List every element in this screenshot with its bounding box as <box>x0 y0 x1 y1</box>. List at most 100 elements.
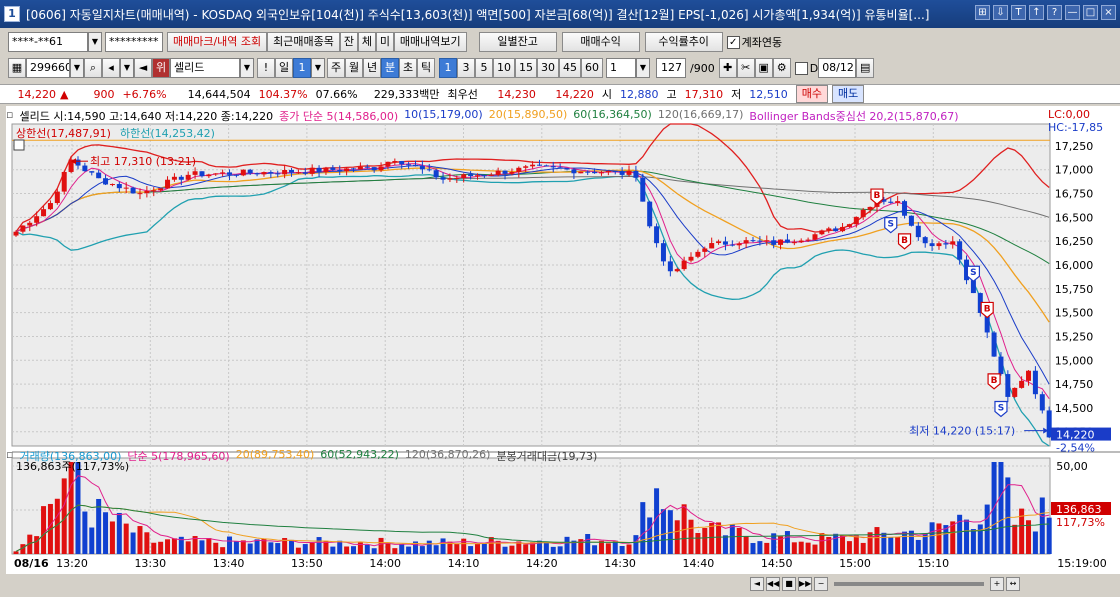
volume-bar[interactable] <box>289 539 295 554</box>
candle-body[interactable] <box>867 206 873 210</box>
trade-history-view-button[interactable]: 매매내역보기 <box>393 32 467 52</box>
volume-bar[interactable] <box>750 543 756 554</box>
candle-body[interactable] <box>798 240 804 243</box>
candle-body[interactable] <box>743 240 749 244</box>
volume-bar[interactable] <box>764 542 770 554</box>
candle-body[interactable] <box>116 184 122 189</box>
close-icon[interactable]: × <box>1101 5 1116 20</box>
candle-body[interactable] <box>412 164 418 167</box>
candle-body[interactable] <box>929 243 935 247</box>
volume-bar[interactable] <box>915 539 921 554</box>
volume-bar[interactable] <box>812 544 818 554</box>
candle-body[interactable] <box>667 261 673 272</box>
minimize-icon[interactable]: — <box>1065 5 1080 20</box>
candle-body[interactable] <box>337 169 343 172</box>
volume-bar[interactable] <box>729 524 735 554</box>
candle-body[interactable] <box>674 269 680 272</box>
volume-bar[interactable] <box>550 546 556 554</box>
candle-body[interactable] <box>716 241 722 244</box>
volume-bar[interactable] <box>165 539 171 554</box>
recent-trades-button[interactable]: 최근매매종목 <box>267 32 340 52</box>
period-tab[interactable]: 틱 <box>417 58 435 78</box>
volume-bar[interactable] <box>474 544 480 554</box>
volume-bar[interactable] <box>103 512 109 554</box>
candle-body[interactable] <box>957 241 963 260</box>
prev-stock-icon[interactable]: ◄ <box>134 58 152 78</box>
range-field[interactable]: 127 <box>656 58 686 78</box>
volume-bar[interactable] <box>543 542 549 554</box>
search-icon[interactable]: ⌕ <box>84 58 102 78</box>
chart-area[interactable]: 17,250 17,000 16,750 16,500 16,250 16,000 15,7… <box>6 106 1120 574</box>
interval-tab[interactable]: 3 <box>457 58 475 78</box>
volume-bar[interactable] <box>798 541 804 554</box>
candle-body[interactable] <box>474 175 480 177</box>
candle-body[interactable] <box>302 172 308 174</box>
candle-body[interactable] <box>1026 370 1032 381</box>
volume-bar[interactable] <box>977 524 983 554</box>
volume-bar[interactable] <box>660 509 666 554</box>
volume-bar[interactable] <box>874 527 880 554</box>
trade-profit-button[interactable]: 매매수익 <box>561 32 640 52</box>
download-icon[interactable]: ⇩ <box>993 5 1008 20</box>
volume-bar[interactable] <box>385 542 391 554</box>
candle-body[interactable] <box>660 243 666 262</box>
volume-bar[interactable] <box>984 504 990 554</box>
zoom-out-icon[interactable]: − <box>814 577 828 591</box>
account-dropdown-icon[interactable]: ▼ <box>88 32 102 52</box>
candle-body[interactable] <box>750 240 756 242</box>
period-day-button[interactable]: 일 <box>275 58 293 78</box>
period-tab[interactable]: 년 <box>363 58 381 78</box>
volume-bar[interactable] <box>233 541 239 554</box>
volume-bar[interactable] <box>454 543 460 554</box>
volume-bar[interactable] <box>295 547 301 554</box>
volume-bar[interactable] <box>633 535 639 554</box>
period-tab[interactable]: 분 <box>381 58 399 78</box>
candle-body[interactable] <box>550 166 556 168</box>
volume-bar[interactable] <box>41 506 47 554</box>
volume-bar[interactable] <box>158 541 164 554</box>
candle-body[interactable] <box>461 174 467 178</box>
volume-bar[interactable] <box>1046 517 1052 554</box>
candle-body[interactable] <box>557 167 563 169</box>
volume-bar[interactable] <box>853 535 859 554</box>
interval-tab[interactable]: 15 <box>515 58 537 78</box>
candle-body[interactable] <box>578 171 584 174</box>
speaker-icon[interactable]: ◂ <box>102 58 120 78</box>
candle-body[interactable] <box>647 201 653 227</box>
volume-bar[interactable] <box>302 544 308 554</box>
candle-body[interactable] <box>137 193 143 195</box>
next-page-icon[interactable]: ▶▶ <box>798 577 812 591</box>
volume-bar[interactable] <box>123 523 129 554</box>
volume-bar[interactable] <box>481 543 487 554</box>
candle-body[interactable] <box>729 244 735 246</box>
candle-body[interactable] <box>536 164 542 166</box>
candle-body[interactable] <box>330 167 336 170</box>
volume-bar[interactable] <box>502 546 508 554</box>
crosshair-icon[interactable]: ✚ <box>718 58 737 78</box>
candle-body[interactable] <box>20 225 26 232</box>
scroll-left-icon[interactable]: ◄ <box>750 577 764 591</box>
candle-body[interactable] <box>61 171 67 192</box>
candle-body[interactable] <box>812 234 818 240</box>
candle-body[interactable] <box>695 251 701 257</box>
volume-bar[interactable] <box>337 540 343 554</box>
candle-body[interactable] <box>516 167 522 172</box>
interval-tab[interactable]: 1 <box>439 58 457 78</box>
candle-body[interactable] <box>41 209 47 217</box>
candle-body[interactable] <box>426 169 432 171</box>
candle-body[interactable] <box>378 166 384 171</box>
candle-body[interactable] <box>612 170 618 172</box>
candle-body[interactable] <box>771 240 777 245</box>
volume-bar[interactable] <box>378 537 384 554</box>
volume-bar[interactable] <box>220 547 226 554</box>
candle-body[interactable] <box>75 159 81 166</box>
volume-bar[interactable] <box>970 529 976 554</box>
volume-bar[interactable] <box>592 545 598 554</box>
volume-bar[interactable] <box>936 523 942 554</box>
volume-bar[interactable] <box>82 511 88 554</box>
candle-body[interactable] <box>309 167 315 174</box>
candle-body[interactable] <box>585 171 591 173</box>
candle-body[interactable] <box>227 172 233 175</box>
candle-body[interactable] <box>89 171 95 173</box>
volume-bar[interactable] <box>902 531 908 554</box>
